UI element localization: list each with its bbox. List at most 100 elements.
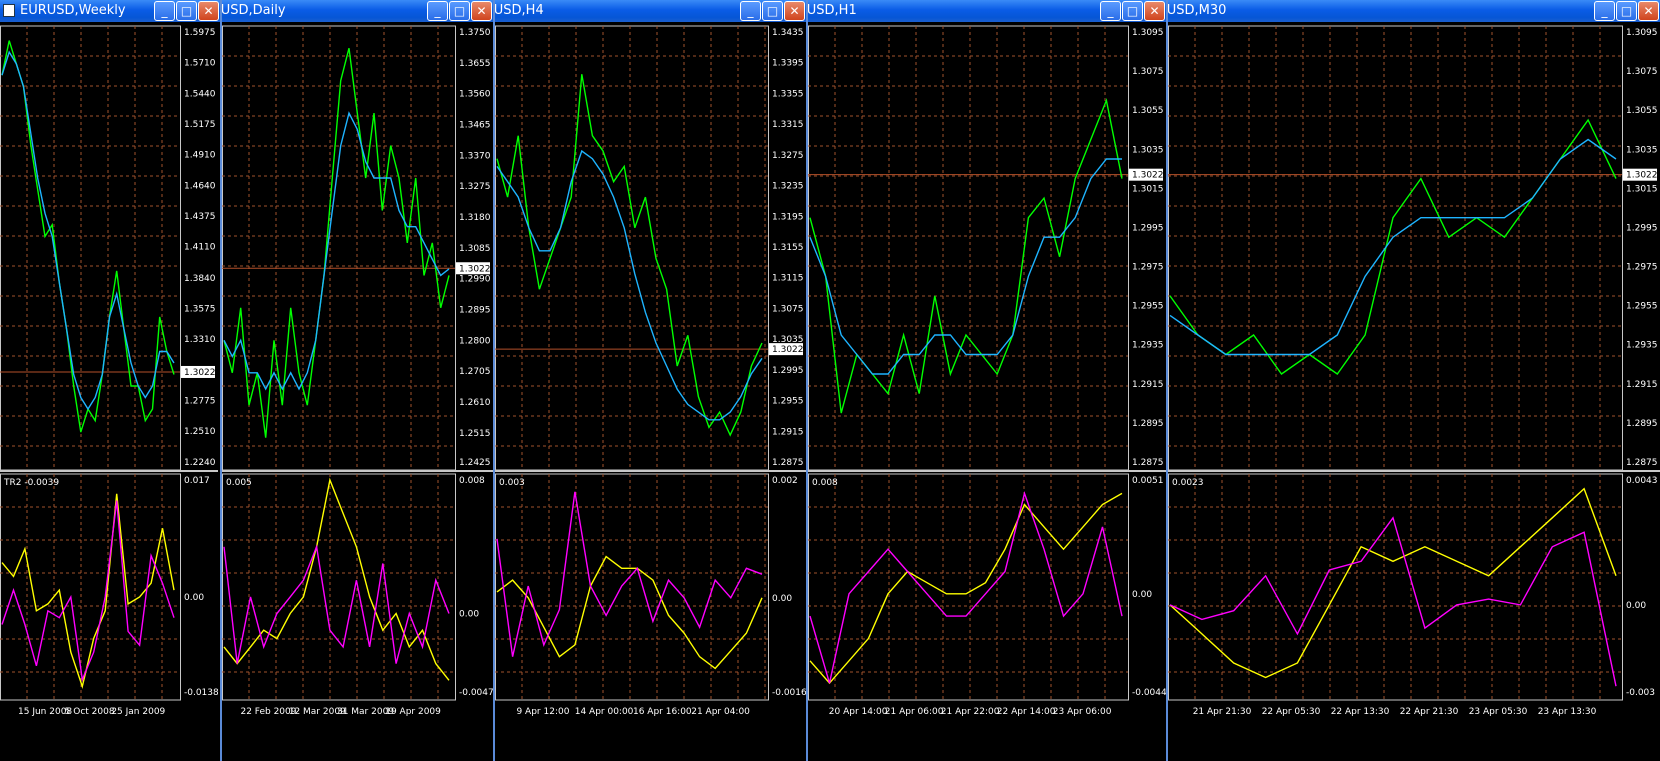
chart-window-m30[interactable]: EURUSD,M30 _ □ ✕ 1.3095 1.3075 1.3055 1.303… xyxy=(1166,0,1660,761)
price-axis-label: 1.2895 xyxy=(1626,419,1658,429)
minimize-button[interactable]: _ xyxy=(1594,1,1615,21)
indicator-axis-label: 0.00 xyxy=(184,593,204,603)
maximize-button[interactable]: □ xyxy=(449,1,470,21)
price-line-green xyxy=(223,48,450,438)
time-axis-label: 23 Apr 05:30 xyxy=(1469,707,1528,717)
minimize-button[interactable]: _ xyxy=(1100,1,1121,21)
indicator-pane[interactable] xyxy=(808,473,1129,701)
price-line-green xyxy=(1,40,175,433)
indicator-axis-label: 0.00 xyxy=(1132,590,1152,600)
window-title: EURUSD,Daily xyxy=(220,3,286,18)
close-button[interactable]: ✕ xyxy=(198,1,219,21)
price-axis-label: 1.2875 xyxy=(1626,458,1658,468)
minimize-button[interactable]: _ xyxy=(427,1,448,21)
indicator-name-label: TR2 -0.0039 xyxy=(3,478,59,488)
time-axis-label: 5 Oct 2008 xyxy=(65,707,115,717)
maximize-button[interactable]: □ xyxy=(1616,1,1637,21)
window-titlebar[interactable]: EURUSD,Daily _ □ ✕ xyxy=(222,0,493,22)
price-axis-label: 1.2515 xyxy=(459,429,491,439)
price-line-green xyxy=(1169,118,1617,375)
price-axis-label: 1.3115 xyxy=(772,274,804,284)
chart-window-icon xyxy=(3,4,15,17)
price-axis-label: 1.3275 xyxy=(459,182,491,192)
indicator-axis-label: -0.0138 xyxy=(184,688,218,698)
time-axis-label: 22 Apr 14:00 xyxy=(997,707,1056,717)
price-axis-label: 1.2995 xyxy=(1626,223,1658,233)
indicator-axis-label: 0.008 xyxy=(459,476,485,486)
price-axis-label: 1.5710 xyxy=(184,59,216,69)
indicator-name-label: 0.008 xyxy=(812,478,838,488)
price-axis-label: 1.3840 xyxy=(184,274,216,284)
price-axis-label: 1.2995 xyxy=(1132,223,1164,233)
indicator-name-label: 0.003 xyxy=(499,478,525,488)
indicator-axis-label: 0.017 xyxy=(184,476,210,486)
maximize-button[interactable]: □ xyxy=(1122,1,1143,21)
time-axis-label: 16 Apr 16:00 xyxy=(633,707,692,717)
indicator-axis-label: 0.0051 xyxy=(1132,476,1164,486)
chart-window-daily[interactable]: EURUSD,Daily _ □ ✕ 1.37501.36551.35601.3… xyxy=(220,0,493,761)
price-pane[interactable] xyxy=(808,25,1129,471)
price-axis-label: 1.2915 xyxy=(772,427,804,437)
window-titlebar[interactable]: EURUSD,H4 _ □ ✕ xyxy=(495,0,806,22)
indicator-pane[interactable] xyxy=(495,473,769,701)
indicator-axis-label: -0.0016 xyxy=(772,688,806,698)
time-axis-label: 21 Apr 21:30 xyxy=(1193,707,1252,717)
price-pane[interactable] xyxy=(495,25,769,471)
price-axis-label: 1.3075 xyxy=(1626,67,1658,77)
minimize-button[interactable]: _ xyxy=(154,1,175,21)
close-button[interactable]: ✕ xyxy=(471,1,492,21)
price-axis-label: 1.3035 xyxy=(1132,145,1164,155)
indicator-pane[interactable] xyxy=(1168,473,1623,701)
price-axis-label: 1.3095 xyxy=(1132,28,1164,38)
close-button[interactable]: ✕ xyxy=(1144,1,1165,21)
price-pane[interactable] xyxy=(1168,25,1623,471)
time-axis-label: 22 Apr 13:30 xyxy=(1331,707,1390,717)
price-axis-label: 1.2895 xyxy=(1132,419,1164,429)
current-price-label: 1.3022 xyxy=(1132,171,1164,181)
maximize-button[interactable]: □ xyxy=(762,1,783,21)
indicator-axis-label: 0.00 xyxy=(459,610,479,620)
price-axis-label: 1.3055 xyxy=(1132,106,1164,116)
chart-area[interactable]: 1.3435 1.3395 1.3355 1.3315 1.3275 1.3235 1.31… xyxy=(495,22,806,761)
chart-window-weekly[interactable]: EURUSD,Weekly _ □ ✕ 1.5975 1.5710 1.5440 1.… xyxy=(0,0,220,761)
window-titlebar[interactable]: EURUSD,M30 _ □ ✕ xyxy=(1168,0,1660,22)
chart-area[interactable]: 1.3095 1.3075 1.3055 1.3035 1.3015 1.2995 1.29… xyxy=(808,22,1166,761)
time-axis-label: 22 Apr 21:30 xyxy=(1400,707,1459,717)
price-axis-label: 1.5975 xyxy=(184,28,216,38)
price-axis-label: 1.2875 xyxy=(1132,458,1164,468)
close-button[interactable]: ✕ xyxy=(784,1,805,21)
price-axis-label: 1.3180 xyxy=(459,213,491,223)
window-titlebar[interactable]: EURUSD,Weekly _ □ ✕ xyxy=(0,0,220,22)
price-axis-label: 1.2800 xyxy=(459,336,491,346)
price-axis-label: 1.3075 xyxy=(1132,67,1164,77)
price-axis-label: 1.4375 xyxy=(184,212,216,222)
window-title: EURUSD,H1 xyxy=(806,3,857,18)
time-axis-label: 21 Apr 06:00 xyxy=(885,707,944,717)
price-axis-label: 1.3235 xyxy=(772,182,804,192)
price-axis-label: 1.3155 xyxy=(772,243,804,253)
indicator-axis-label: 0.00 xyxy=(1626,601,1646,611)
chart-window-h1[interactable]: EURUSD,H1 _ □ ✕ 1.3095 1.3075 1.3055 1.3035… xyxy=(806,0,1166,761)
time-axis-label: 21 Apr 04:00 xyxy=(691,707,750,717)
indicator-axis-label: 0.00 xyxy=(772,594,792,604)
time-axis-label: 22 Apr 05:30 xyxy=(1262,707,1321,717)
maximize-button[interactable]: □ xyxy=(176,1,197,21)
window-title: EURUSD,M30 xyxy=(1166,3,1227,18)
moving-average-line xyxy=(1,50,175,411)
close-button[interactable]: ✕ xyxy=(1638,1,1659,21)
chart-area[interactable]: 1.3750 1.3655 1.3560 1.3465 1.3370 1.3275 1.31… xyxy=(222,22,493,761)
price-axis-label: 1.3035 xyxy=(1626,145,1658,155)
current-price-label: 1.3022 xyxy=(184,368,216,378)
chart-area[interactable]: 1.3095 1.3075 1.3055 1.3035 1.3015 1.2995 1.29… xyxy=(1168,22,1660,761)
indicator-pane[interactable] xyxy=(222,473,456,701)
price-axis-label: 1.3435 xyxy=(772,28,804,38)
indicator-line-magenta xyxy=(223,544,450,664)
price-axis-label: 1.2935 xyxy=(1626,341,1658,351)
window-titlebar[interactable]: EURUSD,H1 _ □ ✕ xyxy=(808,0,1166,22)
time-axis-label: 14 Apr 00:00 xyxy=(575,707,634,717)
chart-window-h4[interactable]: EURUSD,H4 _ □ ✕ 1.3435 1.3395 1.3355 1.3315… xyxy=(493,0,806,761)
chart-area[interactable]: 1.5975 1.5710 1.5440 1.5175 1.4910 1.4640 1.43… xyxy=(0,22,218,761)
minimize-button[interactable]: _ xyxy=(740,1,761,21)
price-axis-label: 1.4110 xyxy=(184,243,216,253)
price-axis-label: 1.3015 xyxy=(1626,184,1658,194)
